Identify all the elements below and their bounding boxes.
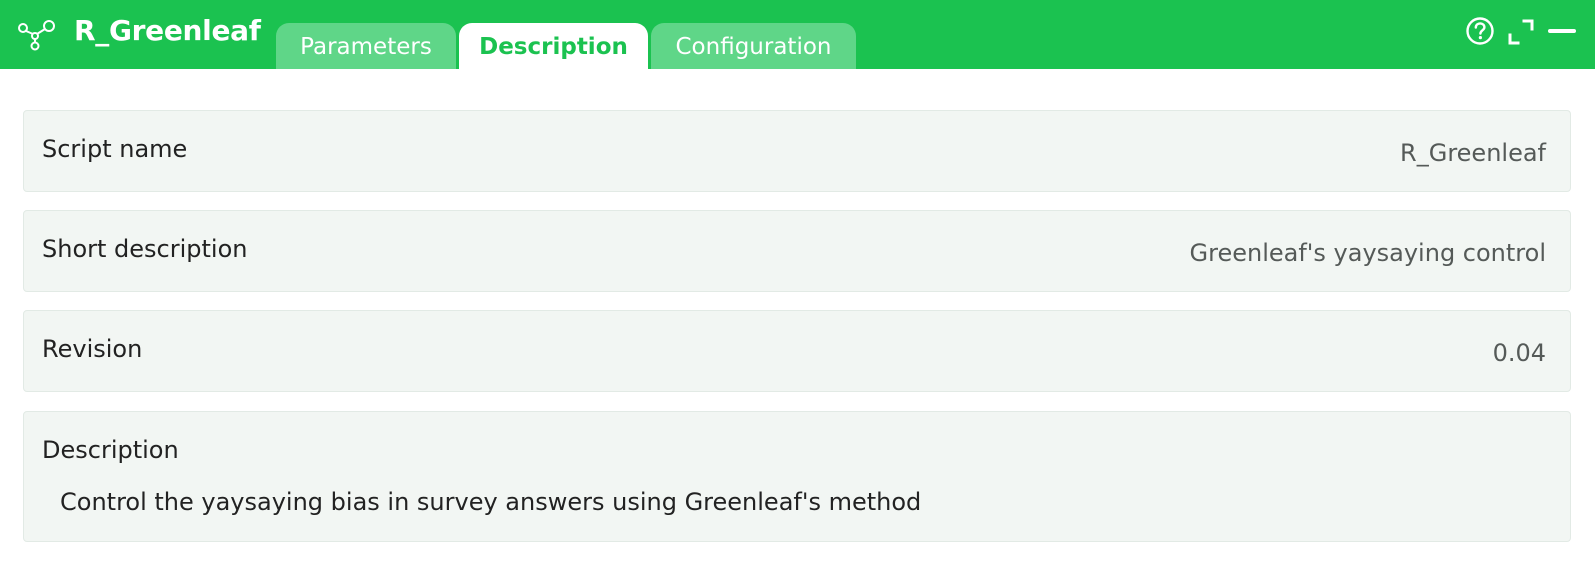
- description-label: Description: [42, 436, 179, 464]
- help-icon[interactable]: [1465, 16, 1495, 46]
- short-description-value: Greenleaf's yaysaying control: [1189, 239, 1546, 267]
- description-row: Description Control the yaysaying bias i…: [23, 411, 1571, 542]
- tab-parameters[interactable]: Parameters: [276, 23, 456, 69]
- revision-value: 0.04: [1492, 339, 1546, 367]
- tab-description[interactable]: Description: [459, 23, 648, 69]
- short-description-label: Short description: [42, 235, 248, 263]
- script-name-label: Script name: [42, 135, 188, 163]
- expand-icon[interactable]: [1507, 18, 1535, 46]
- revision-row: Revision 0.04: [23, 310, 1571, 392]
- app-title: R_Greenleaf: [74, 14, 261, 47]
- script-name-row: Script name R_Greenleaf: [23, 110, 1571, 192]
- title-bar: R_Greenleaf Parameters Description Confi…: [0, 0, 1595, 69]
- script-name-value: R_Greenleaf: [1400, 139, 1546, 167]
- description-text: Control the yaysaying bias in survey ans…: [60, 488, 922, 516]
- minimize-icon[interactable]: [1548, 18, 1576, 46]
- revision-label: Revision: [42, 335, 143, 363]
- network-nodes-icon: [18, 20, 55, 51]
- short-description-row: Short description Greenleaf's yaysaying …: [23, 210, 1571, 292]
- tab-configuration[interactable]: Configuration: [651, 23, 856, 69]
